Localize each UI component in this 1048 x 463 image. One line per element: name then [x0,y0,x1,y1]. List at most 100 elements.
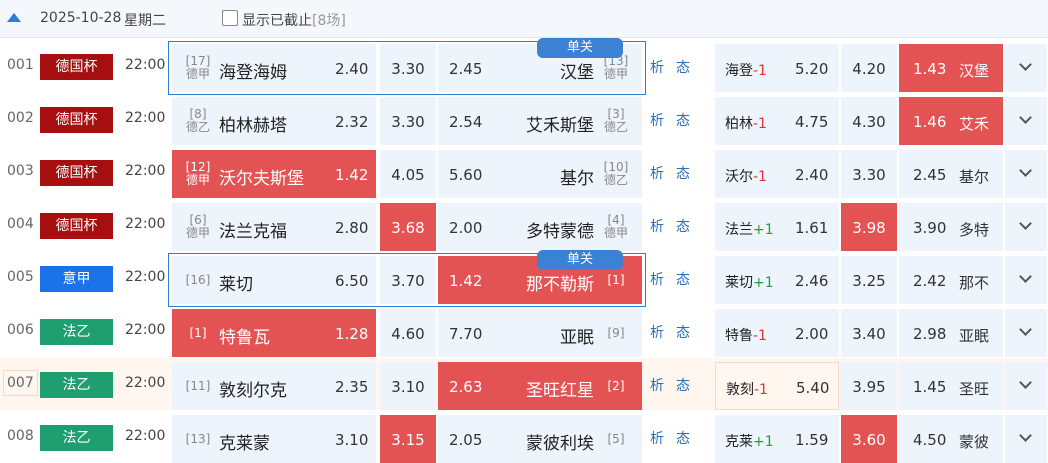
expand-button[interactable] [1005,44,1047,92]
handicap-away-cell[interactable]: 1.46 艾禾 [899,97,1003,145]
away-win-cell[interactable]: 2.63 圣旺红星 [2] [438,362,642,410]
draw-cell[interactable]: 3.15 [380,415,436,463]
draw-cell[interactable]: 4.60 [380,309,436,357]
handicap-value: -1 [754,382,768,398]
status-link[interactable]: 态 [676,272,690,288]
team-league: 德乙 [603,120,628,134]
chevron-down-icon [1019,58,1032,71]
analysis-link[interactable]: 析 [650,431,664,447]
expand-button[interactable] [1005,256,1047,304]
handicap-draw-cell[interactable]: 4.30 [841,97,897,145]
draw-cell[interactable]: 3.10 [380,362,436,410]
collapse-button[interactable] [0,0,28,38]
home-odds: 1.28 [335,325,369,343]
league-badge[interactable]: 德国杯 [40,54,113,80]
league-badge[interactable]: 法乙 [40,372,113,398]
handicap-home-cell[interactable]: 莱切+1 2.46 [715,256,839,304]
handicap-away-cell[interactable]: 1.43 汉堡 [899,44,1003,92]
handicap-away-cell[interactable]: 1.45 圣旺 [899,362,1003,410]
analysis-link[interactable]: 析 [650,325,664,341]
analysis-links: 析态 [650,375,702,395]
handicap-draw-cell[interactable]: 3.98 [841,203,897,251]
status-link[interactable]: 态 [676,60,690,76]
show-closed-checkbox[interactable] [222,10,238,26]
home-win-cell[interactable]: [12] 德甲 沃尔夫斯堡 1.42 [172,150,376,198]
handicap-draw-cell[interactable]: 3.25 [841,256,897,304]
handicap-draw-cell[interactable]: 4.20 [841,44,897,92]
away-win-cell[interactable]: 7.70 亚眠 [9] [438,309,642,357]
status-link[interactable]: 态 [676,431,690,447]
handicap-draw-odds: 3.98 [852,219,886,237]
home-win-cell[interactable]: [11] 敦刻尔克 2.35 [172,362,376,410]
away-win-cell[interactable]: 5.60 基尔 [10] 德乙 [438,150,642,198]
handicap-home-cell[interactable]: 敦刻-1 5.40 [715,362,839,410]
league-badge[interactable]: 法乙 [40,319,113,345]
handicap-away-cell[interactable]: 2.98 亚眠 [899,309,1003,357]
handicap-draw-odds: 4.20 [852,60,886,78]
analysis-link[interactable]: 析 [650,113,664,129]
status-link[interactable]: 态 [676,325,690,341]
away-odds: 5.60 [449,166,483,184]
handicap-draw-odds: 3.40 [852,325,886,343]
handicap-draw-cell[interactable]: 3.40 [841,309,897,357]
handicap-draw-cell[interactable]: 3.30 [841,150,897,198]
away-win-cell[interactable]: 1.42 那不勒斯 [1] [438,256,642,304]
match-row: 001 德国杯 22:00 [17] 德甲 海登海姆 2.40 3.30 2.45… [0,38,1048,95]
home-win-cell[interactable]: [16] 莱切 6.50 [172,256,376,304]
home-win-cell[interactable]: [6] 德甲 法兰克福 2.80 [172,203,376,251]
handicap-away-cell[interactable]: 3.90 多特 [899,203,1003,251]
analysis-link[interactable]: 析 [650,60,664,76]
analysis-links: 析态 [650,163,702,183]
draw-cell[interactable]: 3.70 [380,256,436,304]
handicap-home-cell[interactable]: 海登-1 5.20 [715,44,839,92]
home-win-cell[interactable]: [13] 克莱蒙 3.10 [172,415,376,463]
away-win-cell[interactable]: 2.05 蒙彼利埃 [5] [438,415,642,463]
status-link[interactable]: 态 [676,166,690,182]
league-badge[interactable]: 德国杯 [40,160,113,186]
analysis-link[interactable]: 析 [650,378,664,394]
league-badge[interactable]: 法乙 [40,425,113,451]
analysis-link[interactable]: 析 [650,272,664,288]
team-rank: [8] 德乙 [185,107,210,134]
date-label: 2025-10-28 [40,10,122,26]
handicap-home-cell[interactable]: 沃尔-1 2.40 [715,150,839,198]
away-win-cell[interactable]: 2.45 汉堡 [13] 德甲 [438,44,642,92]
draw-odds: 3.30 [391,113,425,131]
home-win-cell[interactable]: [8] 德乙 柏林赫塔 2.32 [172,97,376,145]
handicap-home-cell[interactable]: 法兰+1 1.61 [715,203,839,251]
status-link[interactable]: 态 [676,219,690,235]
expand-button[interactable] [1005,309,1047,357]
league-badge[interactable]: 意甲 [40,266,113,292]
handicap-away-cell[interactable]: 4.50 蒙彼 [899,415,1003,463]
analysis-link[interactable]: 析 [650,166,664,182]
handicap-home-cell[interactable]: 柏林-1 4.75 [715,97,839,145]
expand-button[interactable] [1005,150,1047,198]
handicap-away-cell[interactable]: 2.42 那不 [899,256,1003,304]
home-win-cell[interactable]: [1] 特鲁瓦 1.28 [172,309,376,357]
expand-button[interactable] [1005,362,1047,410]
show-closed-label[interactable]: 显示已截止[8场] [242,10,346,30]
away-win-cell[interactable]: 2.00 多特蒙德 [4] 德甲 [438,203,642,251]
analysis-link[interactable]: 析 [650,219,664,235]
handicap-draw-cell[interactable]: 3.95 [841,362,897,410]
draw-cell[interactable]: 3.30 [380,44,436,92]
handicap-away-odds: 1.45 [913,378,947,396]
status-link[interactable]: 态 [676,378,690,394]
handicap-away-cell[interactable]: 2.45 基尔 [899,150,1003,198]
league-badge[interactable]: 德国杯 [40,107,113,133]
draw-cell[interactable]: 3.30 [380,97,436,145]
home-win-cell[interactable]: [17] 德甲 海登海姆 2.40 [172,44,376,92]
status-link[interactable]: 态 [676,113,690,129]
expand-button[interactable] [1005,203,1047,251]
draw-cell[interactable]: 4.05 [380,150,436,198]
draw-cell[interactable]: 3.68 [380,203,436,251]
expand-button[interactable] [1005,97,1047,145]
expand-button[interactable] [1005,415,1047,463]
handicap-home-cell[interactable]: 克莱+1 1.59 [715,415,839,463]
handicap-home-cell[interactable]: 特鲁-1 2.00 [715,309,839,357]
handicap-home-odds: 1.59 [795,431,829,449]
away-win-cell[interactable]: 2.54 艾禾斯堡 [3] 德乙 [438,97,642,145]
league-badge[interactable]: 德国杯 [40,213,113,239]
handicap-draw-cell[interactable]: 3.60 [841,415,897,463]
handicap-away-team: 艾禾 [959,115,990,133]
